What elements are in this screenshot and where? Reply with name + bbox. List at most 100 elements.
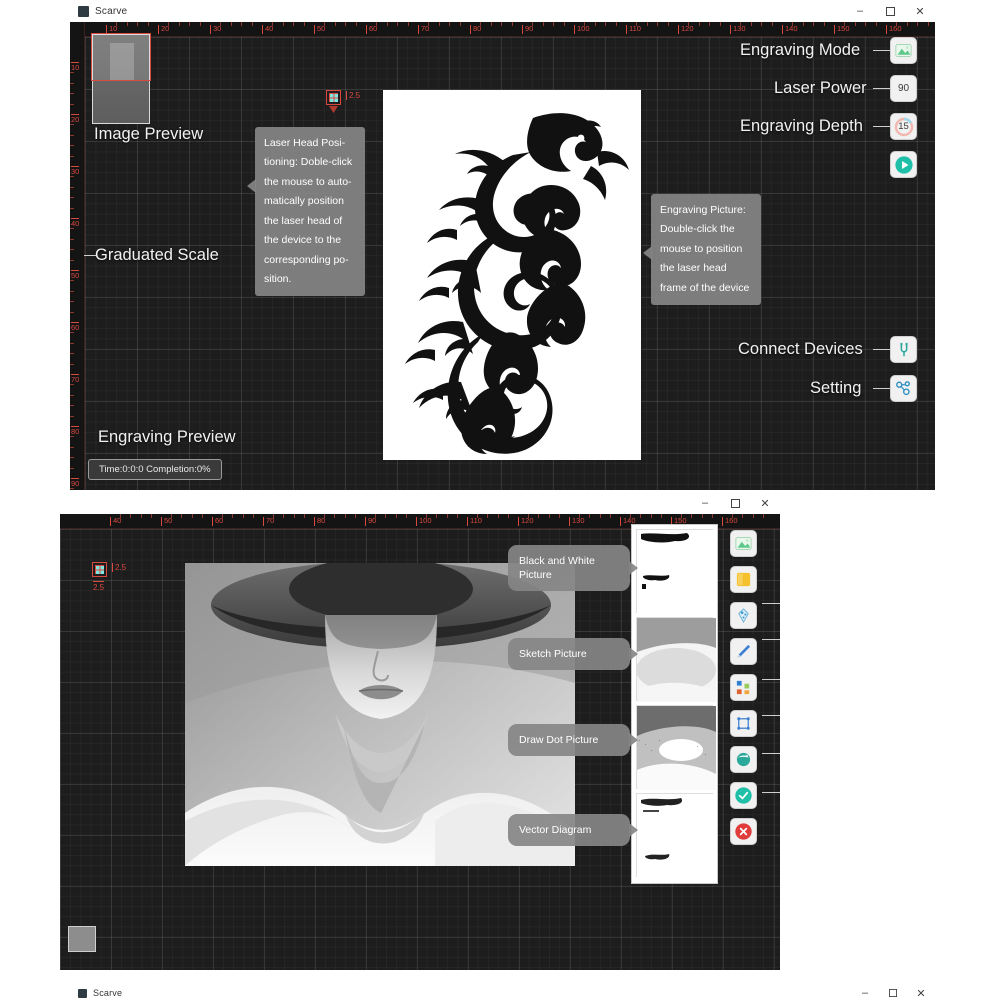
thumbnail-draw-dot[interactable] bbox=[636, 705, 716, 790]
ruler-tick bbox=[490, 22, 492, 26]
thumbnail-vector-diagram[interactable] bbox=[636, 793, 716, 878]
ruler-tick bbox=[688, 22, 690, 26]
setting-button[interactable] bbox=[890, 375, 917, 402]
ruler-tick bbox=[605, 22, 607, 26]
picture-position-adjustment-button[interactable] bbox=[730, 746, 757, 773]
maximize-button-3[interactable] bbox=[879, 986, 907, 1000]
ruler-tick bbox=[426, 514, 428, 518]
cancel-button[interactable] bbox=[730, 818, 757, 845]
ruler-tick bbox=[927, 22, 929, 26]
paintbrush-button[interactable] bbox=[730, 638, 757, 665]
vertical-ruler: 10 20 30 40 50 60 70 80 90 bbox=[70, 22, 85, 490]
ruler-label-h: 40 bbox=[262, 25, 273, 34]
ruler-tick bbox=[480, 22, 482, 26]
ruler-tick bbox=[732, 514, 734, 518]
ruler-label-v: 70 bbox=[71, 374, 80, 384]
laser-power-button[interactable]: 90 bbox=[890, 75, 917, 102]
ruler-tick bbox=[140, 514, 142, 518]
engraving-mode-button[interactable] bbox=[890, 37, 917, 64]
leader-connect-devices bbox=[873, 349, 890, 350]
callout-image-preview: Image Preview bbox=[94, 125, 204, 143]
minimize-button-2[interactable]: – bbox=[690, 492, 720, 514]
tooltip-engraving-picture: Engraving Picture: Double-click the mous… bbox=[643, 194, 761, 306]
confirm-button[interactable] bbox=[730, 782, 757, 809]
ruler-tick bbox=[750, 22, 752, 26]
window3-controls: – ✕ bbox=[851, 986, 935, 1000]
window1-canvas[interactable]: 10 20 30 40 50 60 70 80 90 100 110 120 130 140 150 160 … bbox=[70, 22, 935, 490]
thumbnail-black-and-white[interactable] bbox=[636, 529, 716, 614]
ruler-label-h: 60 bbox=[212, 517, 223, 526]
ruler-tick bbox=[802, 22, 804, 26]
ruler-tick bbox=[691, 514, 693, 518]
horizontal-ruler: 10 20 30 40 50 60 70 80 90 100 110 120 130 140 150 160 bbox=[70, 22, 935, 37]
leader-paintbrush bbox=[762, 679, 780, 680]
ruler-tick bbox=[719, 22, 721, 26]
image-pixel-button[interactable] bbox=[730, 602, 757, 629]
cutting-button[interactable] bbox=[730, 710, 757, 737]
minimize-button[interactable]: – bbox=[845, 0, 875, 22]
crosshair-label-x-2: 2.5 bbox=[112, 563, 126, 572]
ruler-tick bbox=[386, 22, 388, 26]
minimize-button-3[interactable]: – bbox=[851, 986, 879, 1000]
engraving-depth-button[interactable]: 15 bbox=[890, 113, 917, 140]
leader-image-size bbox=[762, 603, 780, 604]
ruler-tick bbox=[222, 514, 224, 518]
ruler-label-v: 50 bbox=[71, 270, 80, 280]
app-logo-icon-3 bbox=[78, 988, 87, 998]
window3-titlebar: Scarve – ✕ bbox=[70, 986, 935, 1000]
window2-controls: – ✕ bbox=[690, 492, 780, 514]
ruler-tick bbox=[630, 514, 632, 518]
engraving-artwork[interactable] bbox=[383, 90, 641, 460]
ruler-tick bbox=[70, 238, 74, 240]
ruler-tick bbox=[303, 514, 305, 518]
window3-title: Scarve bbox=[93, 988, 123, 998]
crosshair-label-y-2: 2.5 bbox=[93, 581, 105, 592]
maximize-button[interactable] bbox=[875, 0, 905, 22]
start-engraving-button[interactable] bbox=[890, 151, 917, 178]
engraving-mode-button-2[interactable] bbox=[730, 530, 757, 557]
maximize-button-2[interactable] bbox=[720, 492, 750, 514]
ruler-tick bbox=[548, 514, 550, 518]
resize-handle[interactable] bbox=[68, 926, 96, 952]
ruler-tick bbox=[375, 514, 377, 518]
ruler-tick bbox=[189, 22, 191, 26]
callout-engraving-depth: Engraving Depth bbox=[740, 117, 863, 135]
ruler-label-v: 10 bbox=[71, 62, 80, 72]
close-button-2[interactable]: ✕ bbox=[750, 492, 780, 514]
ruler-tick bbox=[293, 22, 295, 26]
ruler-tick bbox=[405, 514, 407, 518]
ruler-tick bbox=[70, 197, 74, 199]
ruler-tick bbox=[698, 22, 700, 26]
ruler-tick bbox=[407, 22, 409, 26]
ruler-tick bbox=[70, 228, 74, 230]
crosshair-label: 2.5 bbox=[346, 91, 360, 100]
image-size-button[interactable] bbox=[730, 566, 757, 593]
thumbnail-sketch[interactable] bbox=[636, 617, 716, 702]
laser-head-crosshair[interactable]: 2.5 bbox=[326, 90, 360, 113]
laser-head-crosshair-2[interactable]: 2.5 2.5 bbox=[92, 562, 126, 592]
preview-thumbnail-strip[interactable] bbox=[631, 524, 718, 884]
ruler-tick bbox=[875, 22, 877, 26]
ruler-tick bbox=[178, 22, 180, 26]
ruler-tick bbox=[497, 514, 499, 518]
ruler-tick bbox=[823, 22, 825, 26]
ruler-tick bbox=[589, 514, 591, 518]
close-button[interactable]: ✕ bbox=[905, 0, 935, 22]
ruler-label-v: 90 bbox=[71, 478, 80, 488]
close-button-3[interactable]: ✕ bbox=[907, 986, 935, 1000]
ruler-tick bbox=[538, 514, 540, 518]
insert-text-button[interactable] bbox=[730, 674, 757, 701]
ruler-tick bbox=[283, 514, 285, 518]
window2-canvas[interactable]: 40 50 60 70 80 90 100 110 120 130 140 150 160 2.5 2.… bbox=[60, 514, 780, 970]
tooltip-dot-text: Draw Dot Picture bbox=[519, 734, 599, 746]
preview-selection-rect[interactable] bbox=[91, 33, 151, 81]
ruler-tick bbox=[456, 514, 458, 518]
ruler-tick bbox=[507, 514, 509, 518]
ruler-tick bbox=[896, 22, 898, 26]
ruler-tick bbox=[446, 514, 448, 518]
ruler-label-h: 160 bbox=[722, 517, 738, 526]
ruler-tick bbox=[70, 207, 74, 209]
callout-setting: Setting bbox=[810, 379, 862, 397]
ruler-tick bbox=[385, 514, 387, 518]
connect-devices-button[interactable] bbox=[890, 336, 917, 363]
